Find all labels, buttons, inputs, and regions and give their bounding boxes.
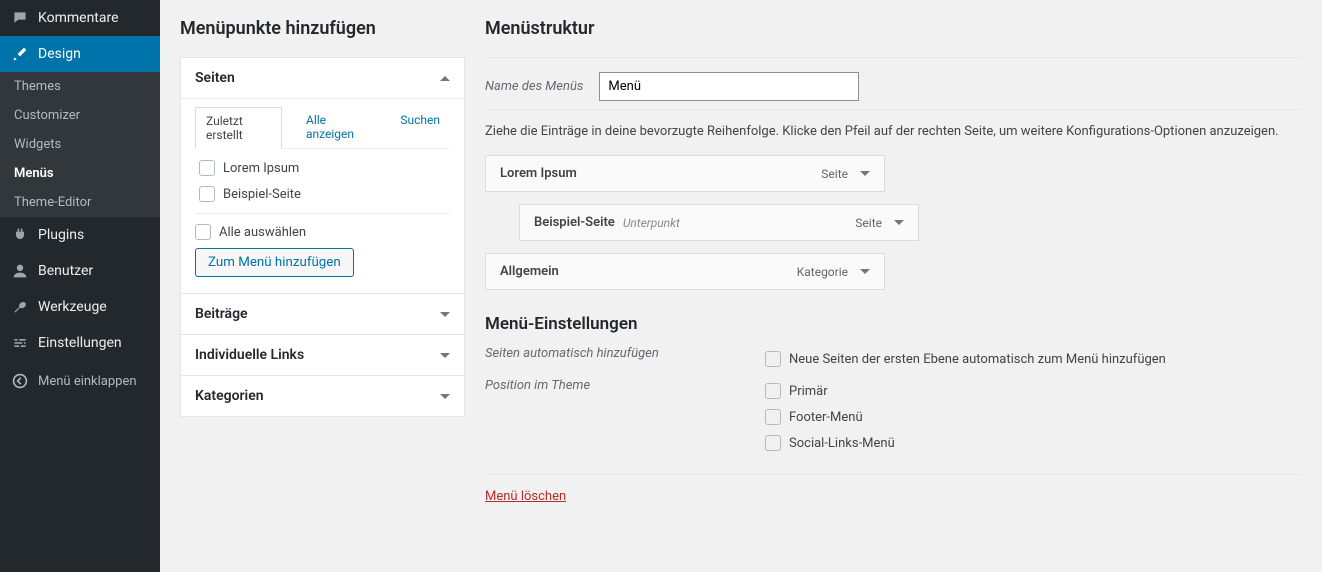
select-all-row: Alle auswählen Zum Menü hinzufügen xyxy=(195,213,450,279)
sidebar-label: Einstellungen xyxy=(38,335,122,351)
chevron-down-icon xyxy=(894,220,904,225)
submenu-theme-editor[interactable]: Theme-Editor xyxy=(0,188,160,217)
sidebar-label: Werkzeuge xyxy=(38,299,107,315)
position-checkbox[interactable] xyxy=(765,409,781,425)
menu-name-row: Name des Menüs xyxy=(485,57,1302,110)
accordion-pages-head[interactable]: Seiten xyxy=(181,58,464,98)
submenu-themes[interactable]: Themes xyxy=(0,72,160,101)
sidebar-item-tools[interactable]: Werkzeuge xyxy=(0,289,160,325)
submenu-menus[interactable]: Menüs xyxy=(0,159,160,188)
submenu-customizer[interactable]: Customizer xyxy=(0,101,160,130)
page-checkbox[interactable] xyxy=(199,186,215,202)
submenu-widgets[interactable]: Widgets xyxy=(0,130,160,159)
structure-helper: Ziehe die Einträge in deine bevorzugte R… xyxy=(485,124,1302,139)
menu-items-list: Lorem Ipsum Seite Beispiel-Seite Unterpu… xyxy=(485,155,1302,290)
position-checkbox[interactable] xyxy=(765,383,781,399)
menu-settings-heading: Menü-Einstellungen xyxy=(485,314,1302,334)
position-label: Position im Theme xyxy=(485,378,761,456)
chevron-down-icon xyxy=(440,312,450,317)
collapse-label: Menü einklappen xyxy=(38,374,137,389)
main-content: Menüpunkte hinzufügen Seiten Zuletzt ers… xyxy=(160,0,1322,572)
menu-footer: Menü löschen xyxy=(485,474,1302,504)
position-option[interactable]: Primär xyxy=(761,378,895,404)
position-option[interactable]: Footer-Menü xyxy=(761,404,895,430)
user-icon xyxy=(10,261,30,281)
chevron-down-icon xyxy=(860,269,870,274)
chevron-down-icon xyxy=(440,353,450,358)
sidebar-item-users[interactable]: Benutzer xyxy=(0,253,160,289)
menu-structure-column: Menüstruktur Name des Menüs Ziehe die Ei… xyxy=(485,12,1302,572)
menu-item[interactable]: Lorem Ipsum Seite xyxy=(485,155,885,192)
submenu-design: Themes Customizer Widgets Menüs Theme-Ed… xyxy=(0,72,160,217)
chevron-up-icon xyxy=(440,76,450,81)
accordion-posts-head[interactable]: Beiträge xyxy=(181,294,464,334)
auto-add-checkbox[interactable] xyxy=(765,351,781,367)
position-option[interactable]: Social-Links-Menü xyxy=(761,430,895,456)
chevron-down-icon xyxy=(440,394,450,399)
menu-item[interactable]: Beispiel-Seite Unterpunkt Seite xyxy=(519,204,919,241)
sidebar-label: Kommentare xyxy=(38,10,119,26)
sidebar-item-plugins[interactable]: Plugins xyxy=(0,217,160,253)
menu-item[interactable]: Allgemein Kategorie xyxy=(485,253,885,290)
collapse-menu[interactable]: Menü einklappen xyxy=(0,361,160,401)
wrench-icon xyxy=(10,297,30,317)
accordion-categories-head[interactable]: Kategorien xyxy=(181,376,464,416)
auto-add-option[interactable]: Neue Seiten der ersten Ebene automatisch… xyxy=(761,346,1166,372)
chevron-down-icon xyxy=(860,171,870,176)
accordion-pages-body: Zuletzt erstellt Alle anzeigen Suchen Lo… xyxy=(181,98,464,293)
page-checkbox[interactable] xyxy=(199,160,215,176)
comment-icon xyxy=(10,8,30,28)
page-option[interactable]: Beispiel-Seite xyxy=(195,181,450,207)
position-checkbox[interactable] xyxy=(765,435,781,451)
admin-sidebar: Kommentare Design Themes Customizer Widg… xyxy=(0,0,160,572)
sidebar-label: Benutzer xyxy=(38,263,93,279)
auto-add-row: Seiten automatisch hinzufügen Neue Seite… xyxy=(485,346,1302,372)
tab-recent[interactable]: Zuletzt erstellt xyxy=(195,107,282,149)
accordion-categories: Kategorien xyxy=(180,376,465,417)
select-all-checkbox[interactable] xyxy=(195,224,211,240)
add-to-menu-button[interactable]: Zum Menü hinzufügen xyxy=(195,248,354,277)
menu-name-input[interactable] xyxy=(599,72,859,101)
menu-name-label: Name des Menüs xyxy=(485,79,583,94)
delete-menu-link[interactable]: Menü löschen xyxy=(485,489,566,504)
sidebar-item-comments[interactable]: Kommentare xyxy=(0,0,160,36)
tab-search[interactable]: Suchen xyxy=(390,107,450,148)
page-option[interactable]: Lorem Ipsum xyxy=(195,155,450,181)
sidebar-label: Plugins xyxy=(38,227,84,243)
sidebar-item-design[interactable]: Design xyxy=(0,36,160,72)
position-row: Position im Theme Primär Footer-Menü Soc… xyxy=(485,378,1302,456)
plug-icon xyxy=(10,225,30,245)
add-items-heading: Menüpunkte hinzufügen xyxy=(180,18,465,39)
accordion-links-head[interactable]: Individuelle Links xyxy=(181,335,464,375)
sliders-icon xyxy=(10,333,30,353)
select-all[interactable]: Alle auswählen xyxy=(195,224,306,240)
add-menu-items-column: Menüpunkte hinzufügen Seiten Zuletzt ers… xyxy=(180,12,465,572)
structure-heading: Menüstruktur xyxy=(485,18,1302,39)
collapse-icon xyxy=(10,371,30,391)
auto-add-label: Seiten automatisch hinzufügen xyxy=(485,346,761,372)
sidebar-item-settings[interactable]: Einstellungen xyxy=(0,325,160,361)
accordion-posts: Beiträge xyxy=(180,294,465,335)
accordion-pages: Seiten Zuletzt erstellt Alle anzeigen Su… xyxy=(180,57,465,294)
brush-icon xyxy=(10,44,30,64)
tab-all[interactable]: Alle anzeigen xyxy=(296,107,376,148)
accordion-links: Individuelle Links xyxy=(180,335,465,376)
sidebar-label: Design xyxy=(38,46,81,62)
pages-tabs: Zuletzt erstellt Alle anzeigen Suchen xyxy=(195,107,450,149)
